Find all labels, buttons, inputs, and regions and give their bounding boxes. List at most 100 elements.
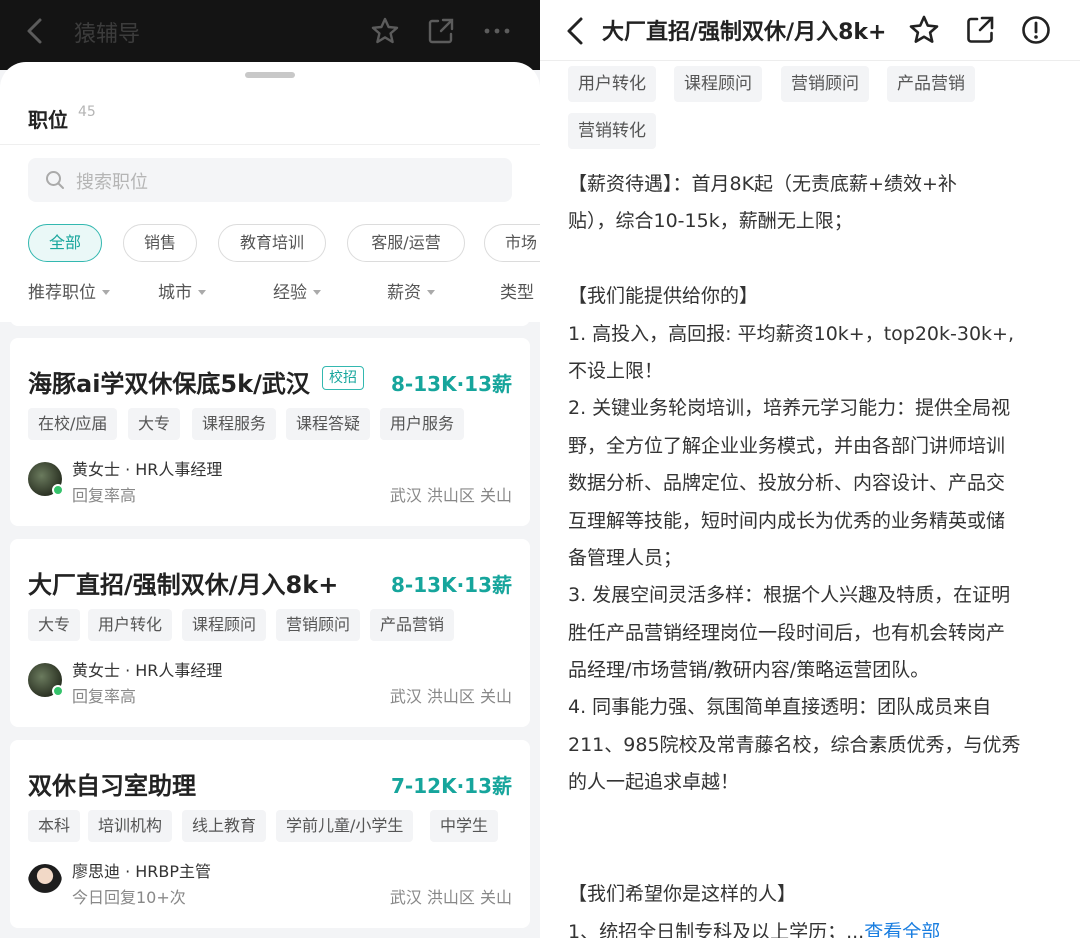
description-line: 互理解等技能，短时间内成长为优秀的业务精英或储 [568, 509, 1006, 532]
description-line [568, 241, 1068, 278]
caret-down-icon [313, 290, 321, 295]
star-icon[interactable] [908, 14, 940, 46]
job-tag: 线上教育 [182, 810, 267, 842]
recruiter-name: 黄女士 · HR人事经理 [72, 460, 223, 479]
job-location: 武汉 洪山区 关山 [389, 888, 512, 907]
filter-recommended[interactable]: 推荐职位 [28, 278, 110, 303]
description-line: 贴），综合10-15k，薪酬无上限； [568, 210, 853, 233]
filter-experience[interactable]: 经验 [273, 278, 321, 303]
filter-label: 城市 [158, 283, 192, 303]
job-tag: 营销转化 [568, 113, 656, 149]
job-card[interactable]: 海豚ai学双休保底5k/武汉 校招 8-13K·13薪 在校/应届 大专 课程服… [10, 338, 530, 526]
job-title: 大厂直招/强制双休/月入8k+ [28, 571, 339, 599]
job-list-panel: 猿辅导 职位 45 搜索职位 全部 销售 教育培训 客服/运营 市场 推荐职位 … [0, 0, 540, 938]
recruiter-name: 廖思迪 · HRBP主管 [72, 862, 212, 881]
description-line: 1、统招全日制专科及以上学历； [568, 920, 847, 938]
page-title: 大厂直招/强制双休/月入8k+ [602, 20, 887, 45]
job-tags: 本科 培训机构 线上教育 学前儿童/小学生 中学生 [28, 810, 518, 842]
description-line [568, 802, 1068, 839]
description-line: 【我们希望你是这样的人】 [568, 883, 797, 906]
view-all-link[interactable]: 查看全部 [864, 921, 940, 938]
job-tag: 在校/应届 [28, 408, 118, 440]
job-tag: 课程服务 [192, 408, 277, 440]
description-line: 备管理人员； [568, 546, 683, 569]
job-tag: 中学生 [430, 810, 499, 842]
job-tag: 产品营销 [370, 609, 455, 641]
star-icon[interactable] [370, 16, 400, 46]
search-placeholder: 搜索职位 [76, 172, 148, 193]
description-last-line: 1、统招全日制专科及以上学历；...查看全部 [568, 914, 1068, 938]
job-tag: 大专 [28, 609, 81, 641]
previous-card-edge [10, 312, 530, 326]
back-arrow-icon[interactable] [562, 14, 588, 48]
filter-salary[interactable]: 薪资 [387, 278, 435, 303]
chip-education[interactable]: 教育培训 [218, 224, 326, 262]
job-tag: 学前儿童/小学生 [276, 810, 414, 842]
job-tag: 营销顾问 [276, 609, 361, 641]
description-line: 2. 关键业务轮岗培训，培养元学习能力：提供全局视 [568, 397, 1011, 420]
job-salary: 8-13K·13薪 [391, 573, 512, 597]
caret-down-icon [198, 290, 206, 295]
job-tag: 大专 [128, 408, 181, 440]
job-tags: 在校/应届 大专 课程服务 课程答疑 用户服务 [28, 408, 518, 440]
sheet-title: 职位 [28, 108, 68, 132]
company-name: 猿辅导 [74, 22, 141, 47]
job-description: 【薪资待遇】：首月8K起（无责底薪+绩效+补 贴），综合10-15k，薪酬无上限… [568, 166, 1068, 938]
job-salary: 7-12K·13薪 [391, 774, 512, 798]
job-tag: 课程顾问 [182, 609, 267, 641]
caret-down-icon [102, 290, 110, 295]
ellipsis: ... [846, 920, 865, 938]
search-icon [46, 171, 64, 189]
reply-rate: 回复率高 [72, 486, 137, 505]
job-tag: 用户转化 [88, 609, 173, 641]
divider [540, 60, 1080, 61]
description-line: 野，全方位了解企业业务模式，并由各部门讲师培训 [568, 434, 1006, 457]
divider [0, 144, 540, 145]
share-icon[interactable] [426, 16, 456, 46]
chip-all[interactable]: 全部 [28, 224, 102, 262]
campus-badge: 校招 [322, 366, 364, 390]
job-tags: 大专 用户转化 课程顾问 营销顾问 产品营销 [28, 609, 518, 641]
job-tag: 培训机构 [88, 810, 173, 842]
job-tag: 课程顾问 [674, 66, 762, 102]
filter-type[interactable]: 类型 [500, 278, 534, 303]
job-tag: 用户服务 [380, 408, 465, 440]
avatar [28, 864, 62, 898]
job-card[interactable]: 大厂直招/强制双休/月入8k+ 8-13K·13薪 大专 用户转化 课程顾问 营… [10, 539, 530, 727]
job-detail-panel: 大厂直招/强制双休/月入8k+ 用户转化 课程顾问 营销顾问 产品营销 营销转化… [540, 0, 1080, 938]
job-title: 海豚ai学双休保底5k/武汉 [28, 370, 310, 398]
recruiter-name: 黄女士 · HR人事经理 [72, 661, 223, 680]
filter-city[interactable]: 城市 [158, 278, 206, 303]
filter-label: 类型 [500, 283, 534, 303]
description-line: 数据分析、品牌定位、投放分析、内容设计、产品交 [568, 472, 1006, 495]
job-count: 45 [78, 104, 96, 120]
reply-rate: 回复率高 [72, 687, 137, 706]
description-line: 4. 同事能力强、氛围简单直接透明：团队成员来自 [568, 696, 992, 719]
description-line: 211、985院校及常青藤名校，综合素质优秀，与优秀 [568, 733, 1021, 756]
more-icon[interactable] [482, 16, 512, 46]
job-location: 武汉 洪山区 关山 [389, 486, 512, 505]
back-arrow-icon[interactable] [22, 16, 48, 46]
dimmed-top-bar: 猿辅导 [0, 0, 540, 70]
job-salary: 8-13K·13薪 [391, 372, 512, 396]
job-tag: 用户转化 [568, 66, 656, 102]
job-location: 武汉 洪山区 关山 [389, 687, 512, 706]
job-tag: 产品营销 [887, 66, 975, 102]
chip-market[interactable]: 市场 [484, 224, 540, 262]
online-indicator [52, 685, 64, 697]
filter-label: 经验 [273, 283, 307, 303]
description-line: 【薪资待遇】：首月8K起（无责底薪+绩效+补 [568, 173, 957, 195]
description-line: 品经理/市场营销/教研内容/策略运营团队。 [568, 659, 930, 682]
job-card[interactable]: 双休自习室助理 7-12K·13薪 本科 培训机构 线上教育 学前儿童/小学生 … [10, 740, 530, 928]
search-input[interactable]: 搜索职位 [28, 158, 512, 202]
report-alert-icon[interactable] [1020, 14, 1052, 46]
caret-down-icon [427, 290, 435, 295]
chip-service-ops[interactable]: 客服/运营 [347, 224, 465, 262]
chip-sales[interactable]: 销售 [123, 224, 197, 262]
description-line: 【我们能提供给你的】 [568, 285, 759, 308]
online-indicator [52, 484, 64, 496]
share-icon[interactable] [964, 14, 996, 46]
reply-rate: 今日回复10+次 [72, 888, 186, 907]
sheet-drag-handle[interactable] [245, 72, 295, 78]
job-title: 双休自习室助理 [28, 772, 196, 800]
